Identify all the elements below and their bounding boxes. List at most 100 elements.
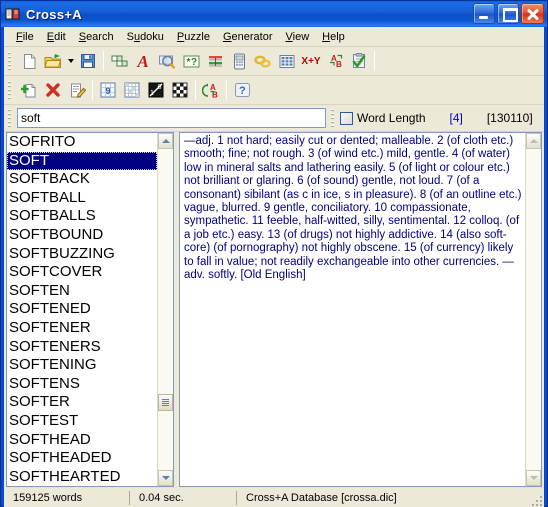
scroll-thumb-grip-icon bbox=[162, 399, 169, 406]
cryptogram-icon[interactable] bbox=[227, 50, 251, 73]
close-button[interactable] bbox=[521, 3, 544, 24]
math-xy-label: X+Y bbox=[301, 55, 321, 67]
word-length-grip[interactable] bbox=[330, 107, 337, 129]
word-list[interactable]: SOFRITO SOFT SOFTBACK SOFTBALL SOFTBALLS SOFT… bbox=[7, 133, 157, 486]
list-item[interactable]: SOFTBALL bbox=[7, 189, 157, 208]
toolbar2-separator bbox=[92, 80, 93, 100]
definition-text: —adj. 1 not hard; easily cut or dented; … bbox=[184, 135, 522, 282]
list-item[interactable]: SOFTEN bbox=[7, 282, 157, 301]
minimize-button[interactable] bbox=[473, 3, 495, 24]
list-item[interactable]: SOFTBALLS bbox=[7, 207, 157, 226]
search-bar-grip[interactable] bbox=[7, 107, 14, 129]
crossword-grid-icon[interactable] bbox=[107, 50, 131, 73]
menu-generator[interactable]: Generator bbox=[217, 29, 280, 45]
checklist-icon[interactable] bbox=[347, 50, 371, 73]
menu-view[interactable]: View bbox=[280, 29, 317, 45]
search-bar: Word Length [4] [130110] bbox=[4, 105, 544, 132]
definition-scroll-up-button[interactable] bbox=[526, 133, 541, 149]
menu-help[interactable]: Help bbox=[316, 29, 352, 45]
definition-scrollbar[interactable] bbox=[525, 133, 541, 487]
word-list-scroll-thumb[interactable] bbox=[158, 394, 173, 411]
svg-text:6: 6 bbox=[158, 84, 162, 91]
delete-word-icon[interactable] bbox=[41, 79, 65, 102]
word-length-checkbox[interactable] bbox=[340, 111, 353, 125]
list-item[interactable]: SOFTER bbox=[7, 393, 157, 412]
menu-search[interactable]: Search bbox=[73, 29, 121, 45]
help-question-icon[interactable]: ? bbox=[230, 79, 254, 102]
definition-scroll-down-button[interactable] bbox=[526, 470, 541, 487]
list-item[interactable]: SOFT bbox=[7, 151, 157, 171]
application-window: Cross+A File Edit Search Sudoku Puzzle G… bbox=[0, 0, 548, 507]
add-word-icon[interactable] bbox=[17, 79, 41, 102]
maximize-button[interactable] bbox=[497, 3, 519, 24]
nonogram-icon[interactable] bbox=[168, 79, 192, 102]
open-folder-icon[interactable] bbox=[41, 50, 65, 73]
word-list-panel[interactable]: SOFRITO SOFT SOFTBACK SOFTBALL SOFTBALLS SOFT… bbox=[6, 132, 174, 488]
save-floppy-icon[interactable] bbox=[76, 50, 100, 73]
status-elapsed-time: 0.04 sec. bbox=[139, 491, 184, 504]
word-ladder-icon[interactable] bbox=[203, 50, 227, 73]
list-item[interactable]: SOFTHEARTED bbox=[7, 468, 157, 487]
wildcard-search-icon[interactable]: * ? bbox=[179, 50, 203, 73]
list-item[interactable]: SOFRITO bbox=[7, 133, 157, 152]
list-item[interactable]: SOFTENED bbox=[7, 300, 157, 319]
svg-text:*: * bbox=[186, 57, 190, 68]
status-database: Cross+A Database [crossa.dic] bbox=[246, 491, 397, 504]
word-list-scroll-down-button[interactable] bbox=[158, 470, 173, 487]
toolbar2-separator-2 bbox=[195, 80, 196, 100]
definition-panel[interactable]: —adj. 1 not hard; easily cut or dented; … bbox=[179, 132, 542, 488]
a-to-b-icon[interactable]: A B bbox=[199, 79, 223, 102]
svg-text:?: ? bbox=[239, 85, 246, 97]
kakurasu-icon[interactable]: 1 6 bbox=[144, 79, 168, 102]
total-count: [130110] bbox=[486, 111, 533, 125]
svg-text:?: ? bbox=[191, 57, 197, 68]
list-item[interactable]: SOFTBOUND bbox=[7, 226, 157, 245]
edit-word-icon[interactable] bbox=[65, 79, 89, 102]
toolbar-secondary: 9 1 6 A B ? bbox=[4, 76, 544, 105]
word-list-scrollbar[interactable] bbox=[157, 133, 173, 487]
math-xy-icon[interactable]: X+Y bbox=[299, 50, 323, 73]
search-input[interactable] bbox=[17, 108, 326, 128]
list-item[interactable]: SOFTCOVER bbox=[7, 263, 157, 282]
list-item[interactable]: SOFTBUZZING bbox=[7, 245, 157, 264]
svg-text:9: 9 bbox=[106, 86, 111, 96]
list-item[interactable]: SOFTENS bbox=[7, 375, 157, 394]
letter-substitution-icon[interactable]: A B bbox=[323, 50, 347, 73]
menu-file[interactable]: File bbox=[10, 29, 41, 45]
word-length-label: Word Length bbox=[357, 111, 426, 125]
list-item[interactable]: SOFTHEADED bbox=[7, 449, 157, 468]
status-bar: 159125 words 0.04 sec. Cross+A Database … bbox=[4, 487, 544, 507]
number-grid-icon[interactable] bbox=[275, 50, 299, 73]
toolbar-grip[interactable] bbox=[7, 50, 14, 72]
toolbar-grip-2[interactable] bbox=[7, 79, 14, 101]
menu-sudoku[interactable]: Sudoku bbox=[121, 29, 171, 45]
toolbar-separator bbox=[103, 51, 104, 71]
word-list-scroll-track[interactable] bbox=[158, 149, 173, 471]
list-item[interactable]: SOFTENING bbox=[7, 356, 157, 375]
kakuro-icon[interactable] bbox=[120, 79, 144, 102]
title-bar[interactable]: Cross+A bbox=[1, 1, 547, 27]
book-icon bbox=[5, 6, 21, 22]
menu-puzzle[interactable]: Puzzle bbox=[171, 29, 217, 45]
chain-links-icon[interactable] bbox=[251, 50, 275, 73]
word-list-scroll-up-button[interactable] bbox=[158, 133, 173, 149]
word-length-group: Word Length [4] [130110] bbox=[340, 105, 544, 131]
list-item[interactable]: SOFTEST bbox=[7, 412, 157, 431]
status-word-count: 159125 words bbox=[13, 491, 83, 504]
list-item[interactable]: SOFTBACK bbox=[7, 170, 157, 189]
list-item[interactable]: SOFTENER bbox=[7, 319, 157, 338]
toolbar-primary: A * ? X+Y A B bbox=[4, 47, 544, 76]
toolbar-separator-end bbox=[374, 51, 375, 71]
new-document-icon[interactable] bbox=[17, 50, 41, 73]
dictionary-search-icon[interactable] bbox=[155, 50, 179, 73]
menu-edit[interactable]: Edit bbox=[41, 29, 73, 45]
open-dropdown-arrow-icon[interactable] bbox=[65, 50, 76, 73]
toolbar2-separator-3 bbox=[226, 80, 227, 100]
definition-scroll-track[interactable] bbox=[526, 149, 541, 471]
sudoku-icon[interactable]: 9 bbox=[96, 79, 120, 102]
menu-bar: File Edit Search Sudoku Puzzle Generator… bbox=[4, 27, 544, 47]
resize-grip-icon[interactable] bbox=[528, 492, 542, 507]
anagram-letter-a-icon[interactable]: A bbox=[131, 50, 155, 73]
list-item[interactable]: SOFTENERS bbox=[7, 338, 157, 357]
list-item[interactable]: SOFTHEAD bbox=[7, 431, 157, 450]
